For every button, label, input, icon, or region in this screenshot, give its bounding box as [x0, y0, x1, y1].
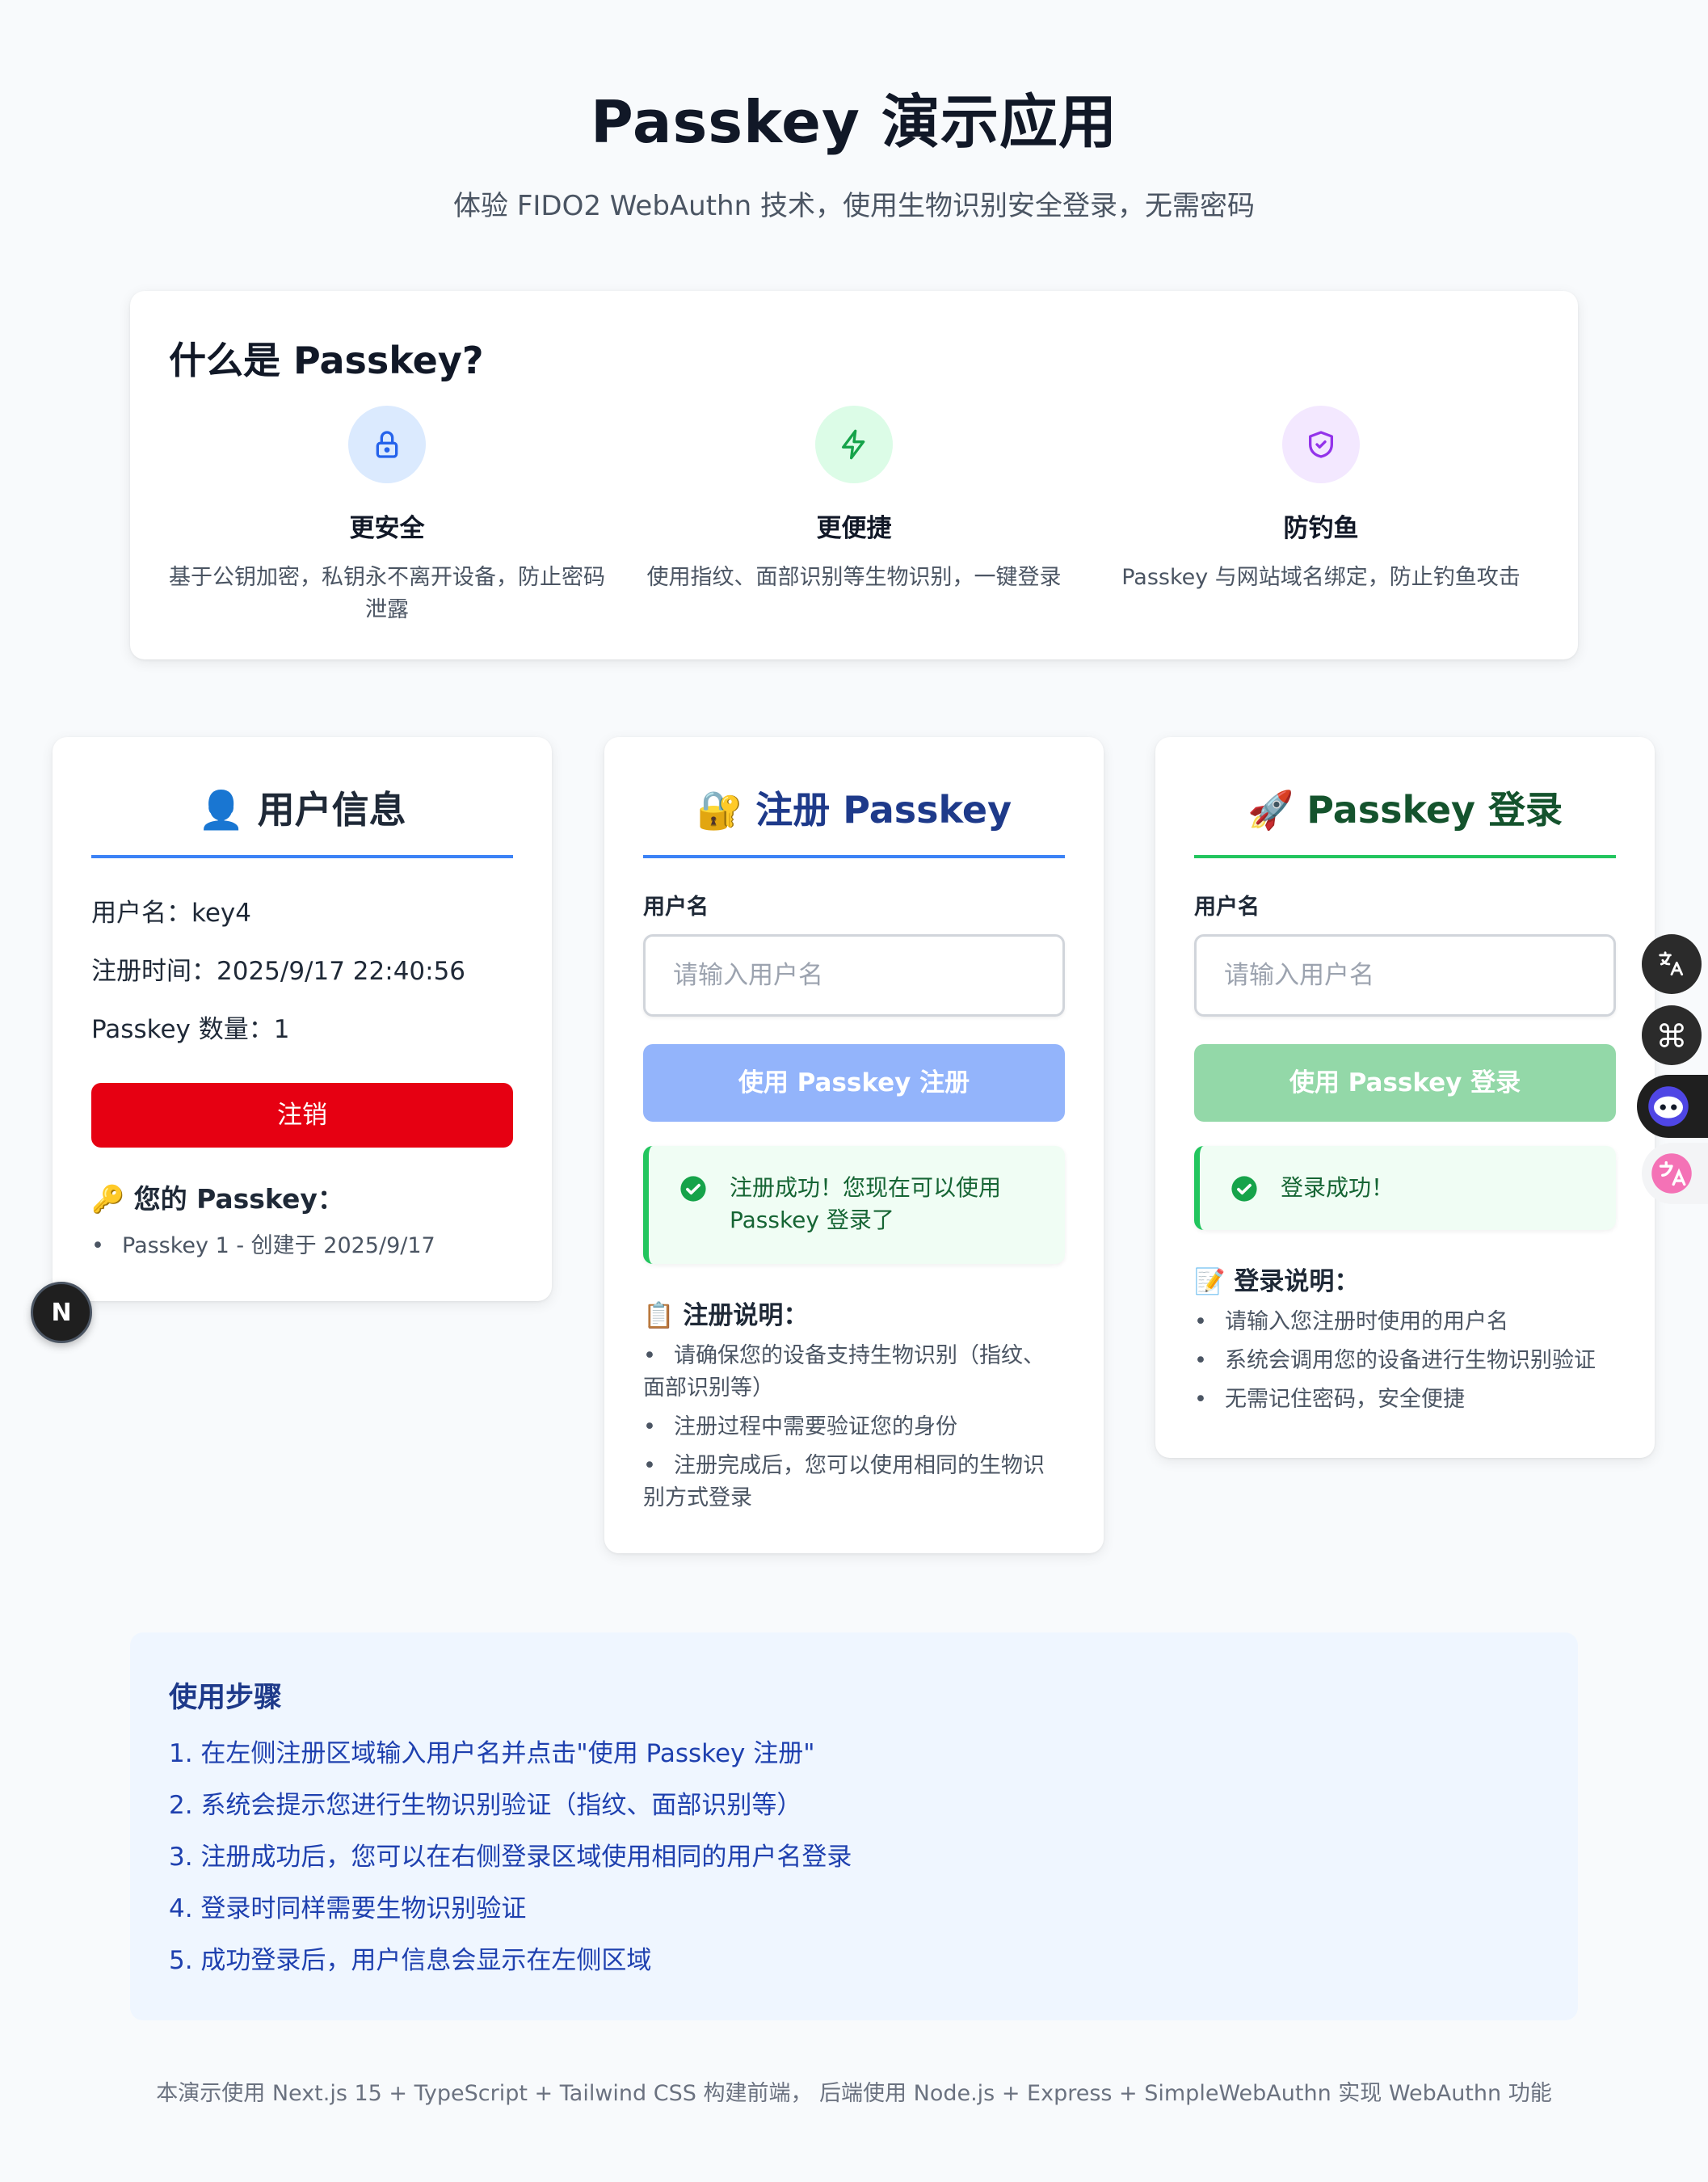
- translate-pink-icon[interactable]: [1642, 1143, 1708, 1204]
- register-title: 🔐 注册 Passkey: [643, 777, 1065, 858]
- lock-icon: [348, 406, 426, 483]
- login-success-alert: 登录成功！: [1194, 1146, 1616, 1230]
- usage-steps-section: 使用步骤 1. 在左侧注册区域输入用户名并点击"使用 Passkey 注册" 2…: [130, 1632, 1578, 2020]
- register-notes-heading: 📋 注册说明：: [643, 1301, 809, 1330]
- register-notes-list: 请确保您的设备支持生物识别（指纹、面部识别等） 注册过程中需要验证您的身份 注册…: [612, 1340, 1065, 1521]
- feature-title: 更便捷: [816, 514, 892, 543]
- what-is-passkey-title: 什么是 Passkey?: [169, 339, 484, 382]
- list-item: 注册完成后，您可以使用相同的生物识别方式登录: [612, 1450, 1065, 1514]
- register-username-label: 用户名: [643, 895, 709, 920]
- page-subtitle: 体验 FIDO2 WebAuthn 技术，使用生物识别安全登录，无需密码: [453, 190, 1255, 222]
- list-item: 注册过程中需要验证您的身份: [643, 1411, 1065, 1443]
- check-circle-icon: [680, 1176, 706, 1202]
- list-item: 4. 登录时同样需要生物识别验证: [169, 1894, 527, 1923]
- feature-desc: Passkey 与网站域名绑定，防止钓鱼攻击: [1121, 565, 1521, 590]
- login-notes-heading: 📝 登录说明：: [1194, 1267, 1360, 1296]
- list-item: 系统会调用您的设备进行生物识别验证: [1194, 1345, 1616, 1377]
- register-success-alert: 注册成功！您现在可以使用 Passkey 登录了: [643, 1146, 1065, 1264]
- register-panel: 🔐 注册 Passkey 用户名 请输入用户名 使用 Passkey 注册 注册…: [604, 737, 1104, 1553]
- list-item: 3. 注册成功后，您可以在右侧登录区域使用相同的用户名登录: [169, 1843, 852, 1872]
- feature-secure: 更安全 基于公钥加密，私钥永不离开设备，防止密码泄露: [169, 406, 605, 626]
- passkey-count-line: Passkey 数量：1: [91, 1015, 290, 1044]
- command-icon[interactable]: [1642, 1005, 1702, 1065]
- page-header: Passkey 演示应用 体验 FIDO2 WebAuthn 技术，使用生物识别…: [0, 0, 1708, 223]
- login-success-message: 登录成功！: [1281, 1174, 1395, 1201]
- passkey-list: Passkey 1 - 创建于 2025/9/17: [91, 1230, 513, 1269]
- feature-anti-phishing: 防钓鱼 Passkey 与网站域名绑定，防止钓鱼攻击: [1103, 406, 1539, 594]
- login-username-input[interactable]: 请输入用户名: [1194, 934, 1616, 1017]
- your-passkeys-heading: 🔑 您的 Passkey：: [91, 1183, 344, 1215]
- list-item: 无需记住密码，安全便捷: [1194, 1384, 1616, 1416]
- what-is-passkey-card: 什么是 Passkey? 更安全 基于公钥加密，私钥永不离开设备，防止密码泄露 …: [130, 291, 1578, 659]
- feature-desc: 使用指纹、面部识别等生物识别，一键登录: [646, 565, 1062, 590]
- check-circle-icon: [1231, 1176, 1257, 1202]
- list-item: Passkey 1 - 创建于 2025/9/17: [91, 1230, 513, 1262]
- logout-button[interactable]: 注销: [91, 1083, 513, 1148]
- register-button[interactable]: 使用 Passkey 注册: [643, 1044, 1065, 1122]
- register-success-message: 注册成功！您现在可以使用 Passkey 登录了: [730, 1174, 1002, 1233]
- list-item: 请确保您的设备支持生物识别（指纹、面部识别等）: [612, 1340, 1065, 1405]
- list-item: 2. 系统会提示您进行生物识别验证（指纹、面部识别等）: [169, 1791, 802, 1820]
- login-panel: 🚀 Passkey 登录 用户名 请输入用户名 使用 Passkey 登录 登录…: [1155, 737, 1655, 1458]
- assistant-icon[interactable]: [1637, 1075, 1708, 1138]
- user-info-panel: 👤 用户信息 用户名：key4 注册时间：2025/9/17 22:40:56 …: [53, 737, 552, 1301]
- footer-text: 本演示使用 Next.js 15 + TypeScript + Tailwind…: [156, 2081, 1552, 2106]
- usage-steps-list: 1. 在左侧注册区域输入用户名并点击"使用 Passkey 注册" 2. 系统会…: [169, 1738, 852, 1996]
- feature-desc: 基于公钥加密，私钥永不离开设备，防止密码泄露: [169, 565, 605, 622]
- login-title: 🚀 Passkey 登录: [1194, 777, 1616, 858]
- shield-check-icon: [1282, 406, 1360, 483]
- page-title: Passkey 演示应用: [591, 88, 1117, 156]
- login-button[interactable]: 使用 Passkey 登录: [1194, 1044, 1616, 1122]
- feature-convenient: 更便捷 使用指纹、面部识别等生物识别，一键登录: [636, 406, 1072, 594]
- list-item: 请输入您注册时使用的用户名: [1194, 1306, 1616, 1338]
- usage-steps-title: 使用步骤: [169, 1682, 283, 1714]
- feature-title: 更安全: [349, 514, 425, 543]
- login-username-label: 用户名: [1194, 895, 1260, 920]
- login-notes-list: 请输入您注册时使用的用户名 系统会调用您的设备进行生物识别验证 无需记住密码，安…: [1194, 1306, 1616, 1422]
- register-username-input[interactable]: 请输入用户名: [643, 934, 1065, 1017]
- username-line: 用户名：key4: [91, 899, 251, 928]
- list-item: 1. 在左侧注册区域输入用户名并点击"使用 Passkey 注册": [169, 1739, 815, 1768]
- feature-title: 防钓鱼: [1283, 514, 1359, 543]
- lightning-icon: [815, 406, 893, 483]
- user-info-title: 👤 用户信息: [91, 777, 513, 858]
- list-item: 5. 成功登录后，用户信息会显示在左侧区域: [169, 1946, 652, 1975]
- nextjs-dev-badge[interactable]: N: [31, 1282, 92, 1343]
- translate-icon[interactable]: [1642, 934, 1702, 994]
- registered-time-line: 注册时间：2025/9/17 22:40:56: [91, 957, 466, 986]
